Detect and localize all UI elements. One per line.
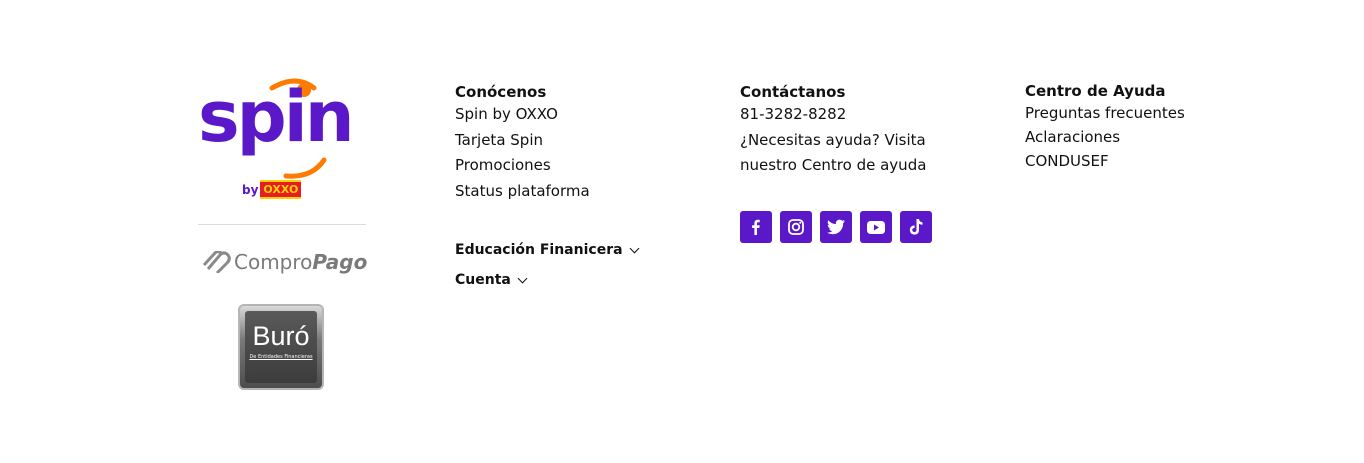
oxxo-logo: OXXO	[260, 180, 302, 199]
compropago-logo[interactable]: Compro Pago	[202, 250, 367, 274]
conocenos-column: Conócenos Spin by OXXO Tarjeta Spin Prom…	[455, 82, 590, 204]
chevron-down-icon	[629, 243, 639, 253]
link-aclaraciones[interactable]: Aclaraciones	[1025, 125, 1185, 149]
accordion-cuenta-label: Cuenta	[455, 272, 511, 288]
buro-inner: Buró De Entidades Financieras	[245, 311, 317, 383]
spin-by-oxxo-logo[interactable]: spin by OXXO	[196, 76, 368, 204]
buro-title: Buró	[252, 321, 310, 351]
contacto-column: Contáctanos 81-3282-8282 ¿Necesitas ayud…	[740, 82, 926, 179]
spin-wordmark: spin	[198, 76, 355, 158]
youtube-button[interactable]	[860, 211, 892, 243]
twitter-button[interactable]	[820, 211, 852, 243]
buro-subtitle: De Entidades Financieras	[249, 354, 313, 360]
facebook-button[interactable]	[740, 211, 772, 243]
link-spin-by-oxxo[interactable]: Spin by OXXO	[455, 102, 590, 128]
pago-text: Pago	[312, 250, 368, 274]
ayuda-title: Centro de Ayuda	[1025, 82, 1166, 100]
phone-link[interactable]: 81-3282-8282	[740, 102, 926, 128]
link-condusef[interactable]: CONDUSEF	[1025, 149, 1185, 173]
conocenos-title: Conócenos	[455, 83, 547, 101]
instagram-icon	[788, 219, 804, 235]
tiktok-icon	[909, 219, 923, 235]
by-label: by	[242, 182, 259, 197]
youtube-icon	[867, 220, 885, 234]
brand-column: spin by OXXO Compro Pago Buró De Entidade…	[196, 76, 368, 390]
link-promociones[interactable]: Promociones	[455, 153, 590, 179]
instagram-button[interactable]	[780, 211, 812, 243]
brand-divider	[198, 224, 366, 225]
link-preguntas-frecuentes[interactable]: Preguntas frecuentes	[1025, 101, 1185, 125]
help-line-2: nuestro Centro de ayuda	[740, 156, 927, 174]
twitter-icon	[827, 219, 845, 235]
paperclip-icon	[202, 251, 231, 273]
ayuda-column: Centro de Ayuda Preguntas frecuentes Acl…	[1025, 82, 1185, 173]
contacto-title: Contáctanos	[740, 83, 846, 101]
chevron-down-icon	[517, 273, 528, 283]
buro-badge[interactable]: Buró De Entidades Financieras	[238, 304, 324, 390]
link-tarjeta-spin[interactable]: Tarjeta Spin	[455, 128, 590, 154]
accordion-educacion[interactable]: Educación Finanicera	[455, 242, 639, 258]
compro-text: Compro	[234, 250, 313, 274]
accordion-educacion-label: Educación Finanicera	[455, 242, 623, 258]
tiktok-button[interactable]	[900, 211, 932, 243]
facebook-icon	[752, 219, 760, 235]
help-link[interactable]: ¿Necesitas ayuda? Visita nuestro Centro …	[740, 128, 926, 179]
help-line-1: ¿Necesitas ayuda? Visita	[740, 130, 926, 149]
by-oxxo: by OXXO	[242, 180, 302, 199]
accordion-cuenta[interactable]: Cuenta	[455, 272, 528, 288]
link-status-plataforma[interactable]: Status plataforma	[455, 179, 590, 205]
social-links	[740, 211, 932, 243]
